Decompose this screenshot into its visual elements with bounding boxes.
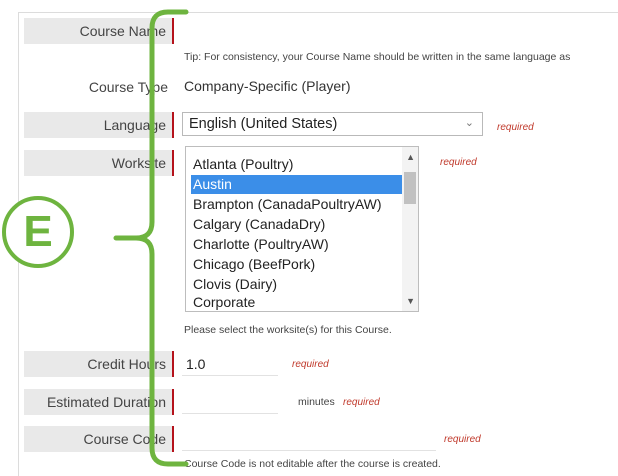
scroll-up-icon[interactable]: ▲ [406,152,415,162]
worksite-option[interactable]: Clovis (Dairy) [191,275,402,294]
worksite-option[interactable]: Corporate [191,293,402,312]
annotation-badge: E [2,196,74,268]
worksite-required: required [440,157,477,168]
worksite-label: Worksite [24,150,174,176]
worksite-listbox[interactable]: Atlanta (Poultry) Austin Brampton (Canad… [185,146,419,312]
worksite-option-selected[interactable]: Austin [191,175,402,194]
credit-hours-label: Credit Hours [24,351,174,377]
course-code-label: Course Code [24,426,174,452]
course-type-value: Company-Specific (Player) [184,78,351,94]
worksite-help: Please select the worksite(s) for this C… [184,324,392,336]
course-name-input[interactable] [182,18,618,42]
language-required: required [497,122,534,133]
scroll-down-icon[interactable]: ▼ [406,296,415,306]
language-select[interactable]: English (United States) ⌄ [182,112,483,136]
duration-unit: minutes [298,396,335,408]
worksite-option[interactable]: Calgary (CanadaDry) [191,215,402,234]
estimated-duration-input[interactable] [182,390,278,414]
credit-hours-required: required [292,359,329,370]
course-code-input[interactable] [182,427,436,451]
course-type-label: Course Type [88,79,168,95]
estimated-duration-label: Estimated Duration [24,389,174,415]
worksite-option[interactable]: Chicago (BeefPork) [191,255,402,274]
worksite-option[interactable]: Charlotte (PoultryAW) [191,235,402,254]
course-name-label: Course Name [24,18,174,44]
worksite-scrollbar-thumb[interactable] [404,172,416,204]
worksite-option[interactable]: Brampton (CanadaPoultryAW) [191,195,402,214]
course-code-required: required [444,434,481,445]
chevron-down-icon: ⌄ [464,117,474,129]
form-top-border [18,12,618,13]
language-label: Language [24,112,174,138]
course-name-tip: Tip: For consistency, your Course Name s… [184,51,571,63]
language-selected-value: English (United States) [189,116,338,132]
estimated-duration-required: required [343,397,380,408]
credit-hours-input[interactable]: 1.0 [182,352,278,376]
course-code-note: Course Code is not editable after the co… [184,458,441,470]
worksite-option[interactable]: Atlanta (Poultry) [191,155,402,174]
